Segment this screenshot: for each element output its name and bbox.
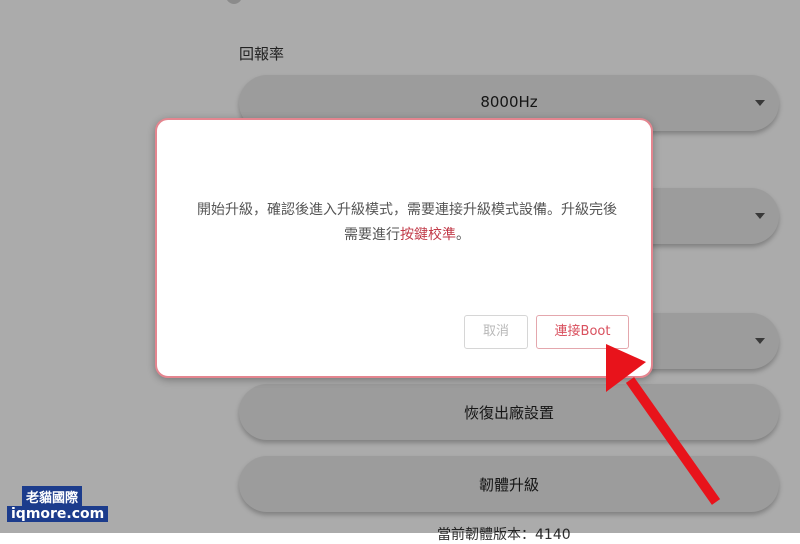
key-calibration-link[interactable]: 按鍵校準 <box>400 227 456 243</box>
watermark-url: iqmore.com <box>7 506 109 522</box>
upgrade-confirm-dialog: 開始升級，確認後進入升級模式，需要連接升級模式設備。升級完後需要進行按鍵校準。 … <box>155 118 653 378</box>
cancel-button[interactable]: 取消 <box>464 315 528 349</box>
watermark-logo-text: 老貓國際 <box>22 486 83 507</box>
dialog-message: 開始升級，確認後進入升級模式，需要連接升級模式設備。升級完後需要進行按鍵校準。 <box>197 198 617 248</box>
connect-boot-button[interactable]: 連接Boot <box>536 315 629 349</box>
dialog-message-end: 。 <box>456 227 470 243</box>
